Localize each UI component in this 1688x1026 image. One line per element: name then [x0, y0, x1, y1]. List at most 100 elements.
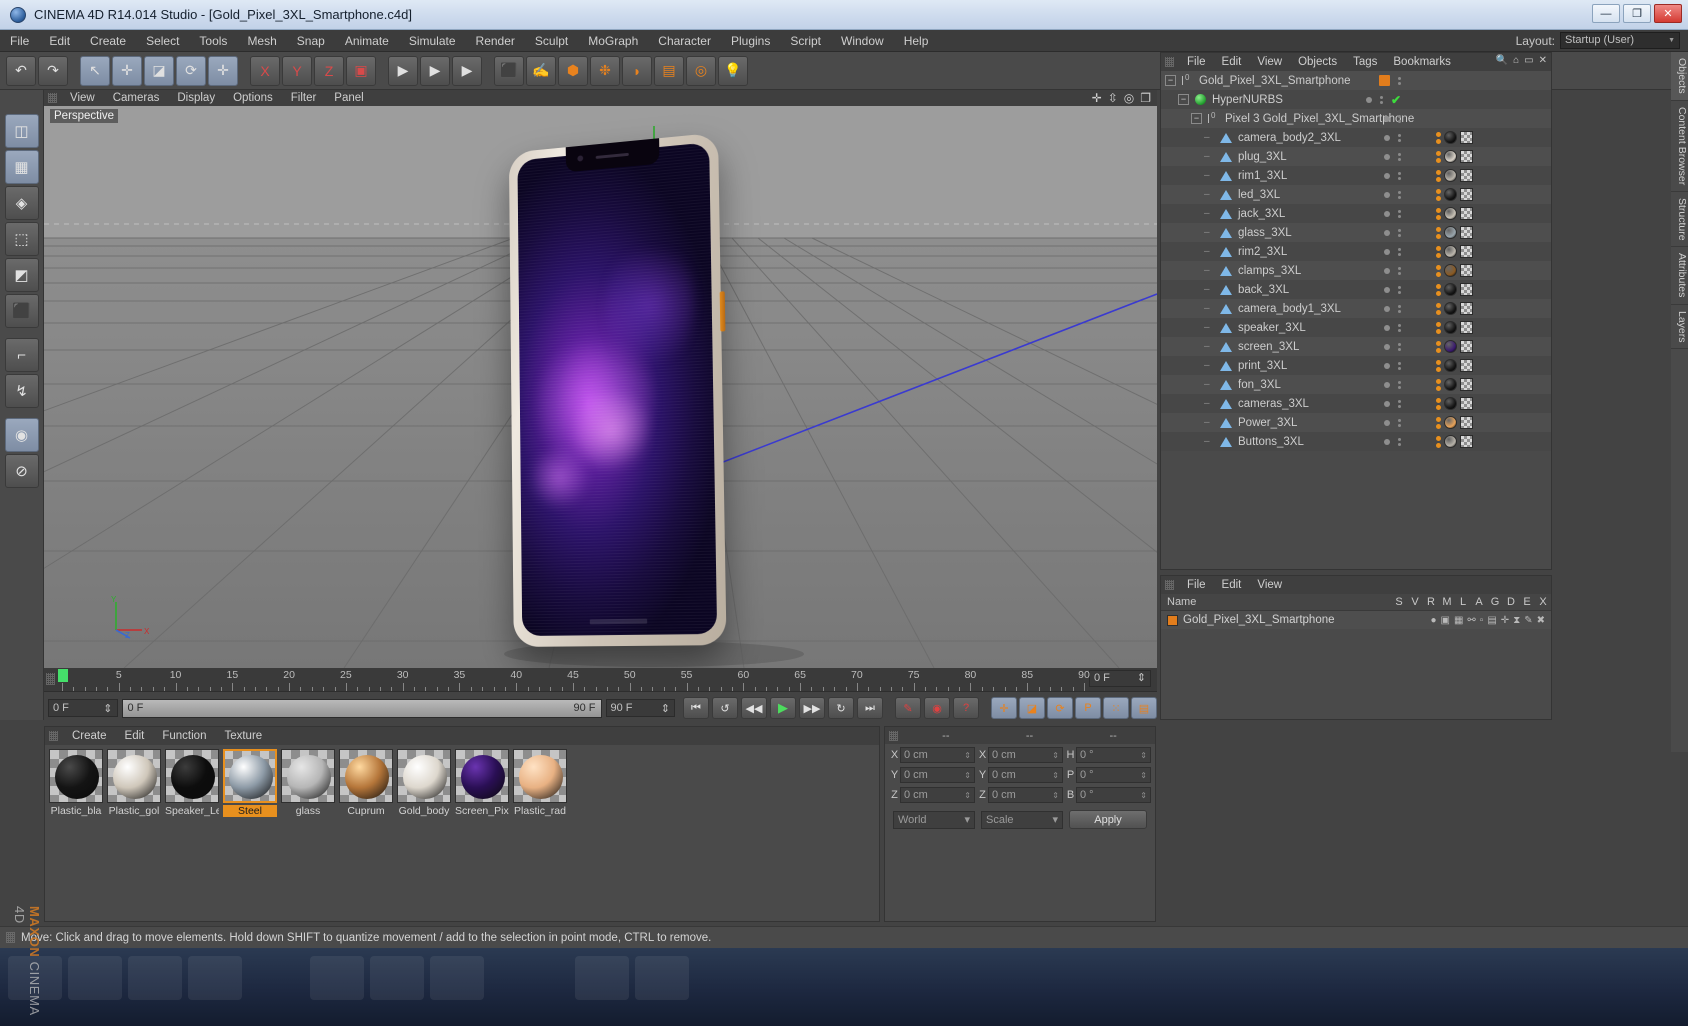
- panel-grip-icon[interactable]: [1165, 57, 1174, 67]
- visibility-toggle-icon[interactable]: [1398, 285, 1401, 294]
- pan-icon[interactable]: ✛: [1092, 91, 1102, 105]
- record-active-objects-button[interactable]: ◉: [924, 697, 950, 719]
- panel-grip-icon[interactable]: [889, 730, 898, 741]
- visibility-toggle-icon[interactable]: [1398, 190, 1401, 199]
- om-menu-bookmarks[interactable]: Bookmarks: [1385, 53, 1459, 71]
- object-visibility-dots[interactable]: [1384, 399, 1401, 408]
- object-tree-row[interactable]: − HyperNURBS ✔: [1161, 90, 1551, 109]
- coordinate-input[interactable]: 0 ° ⇕: [1076, 747, 1151, 763]
- object-tag-group[interactable]: [1436, 283, 1473, 296]
- coordinate-input[interactable]: 0 cm ⇕: [988, 747, 1063, 763]
- coordinate-input[interactable]: 0 cm ⇕: [988, 787, 1063, 803]
- object-tag-group[interactable]: [1436, 302, 1473, 315]
- object-visibility-dots[interactable]: [1384, 285, 1401, 294]
- om-menu-objects[interactable]: Objects: [1290, 53, 1345, 71]
- material-preview[interactable]: [281, 749, 335, 803]
- material-cell[interactable]: Cuprum: [339, 749, 393, 817]
- visibility-toggle-icon[interactable]: [1398, 76, 1401, 85]
- viewport-menu-options[interactable]: Options: [224, 90, 282, 106]
- menu-help[interactable]: Help: [894, 30, 939, 52]
- stepper-icon[interactable]: ⇕: [103, 702, 112, 715]
- attr-menu-edit[interactable]: Edit: [1214, 576, 1250, 594]
- object-visibility-dots[interactable]: [1384, 171, 1401, 180]
- timeline-playhead[interactable]: [58, 669, 68, 682]
- coordinate-input[interactable]: 0 cm ⇕: [988, 767, 1063, 783]
- object-tree-row[interactable]: – back_3XL: [1161, 280, 1551, 299]
- stepper-icon[interactable]: ⇕: [661, 702, 670, 715]
- visibility-dot-icon[interactable]: [1384, 343, 1390, 350]
- visibility-dot-icon[interactable]: [1384, 153, 1390, 160]
- object-tag-group[interactable]: [1436, 131, 1473, 144]
- texture-tag-icon[interactable]: [1460, 207, 1473, 220]
- object-tag-group[interactable]: [1436, 435, 1473, 448]
- attributes-column-l[interactable]: L: [1455, 596, 1471, 608]
- add-cube-button[interactable]: ⬛: [494, 55, 524, 86]
- object-tag-group[interactable]: [1436, 188, 1473, 201]
- mm-menu-function[interactable]: Function: [153, 727, 215, 745]
- coordinate-input[interactable]: 0 cm ⇕: [900, 787, 975, 803]
- object-tag-group[interactable]: [1436, 150, 1473, 163]
- perspective-viewport[interactable]: Perspective Y X Z: [44, 106, 1157, 668]
- visibility-toggle-icon[interactable]: [1398, 228, 1401, 237]
- dock-tab-content-browser[interactable]: Content Browser: [1671, 100, 1688, 192]
- key-mode-button[interactable]: ▤: [1131, 697, 1157, 719]
- material-tag-icon[interactable]: [1444, 169, 1457, 182]
- stepper-icon[interactable]: ⇕: [1137, 671, 1146, 686]
- minimize-button[interactable]: —: [1592, 4, 1620, 23]
- camera-tag-icon[interactable]: ▣: [1441, 615, 1450, 626]
- visibility-toggle-icon[interactable]: [1398, 171, 1401, 180]
- material-cell[interactable]: Speaker_Le: [165, 749, 219, 817]
- maximize-button[interactable]: ❐: [1623, 4, 1651, 23]
- texture-tag-icon[interactable]: [1460, 397, 1473, 410]
- dolly-icon[interactable]: ⇳: [1108, 91, 1118, 105]
- redo-button[interactable]: ↷: [38, 55, 68, 86]
- stepper-icon[interactable]: ⇕: [1052, 751, 1059, 760]
- max-frame-input[interactable]: 90 F ⇕: [605, 699, 675, 717]
- taskbar-item-7[interactable]: [430, 956, 484, 1000]
- texture-tag-icon[interactable]: [1460, 321, 1473, 334]
- visibility-dot-icon[interactable]: [1384, 324, 1390, 331]
- mm-menu-texture[interactable]: Texture: [215, 727, 271, 745]
- object-tag-group[interactable]: [1436, 340, 1473, 353]
- menu-select[interactable]: Select: [136, 30, 189, 52]
- tree-expander-icon[interactable]: −: [1191, 113, 1202, 124]
- move-tool-button[interactable]: ✛: [112, 55, 142, 86]
- mm-menu-create[interactable]: Create: [63, 727, 116, 745]
- material-cell[interactable]: Gold_body: [397, 749, 451, 817]
- timeline-ruler[interactable]: 0 F ⇕ 0510152025303540455055606570758085…: [44, 668, 1157, 692]
- add-scene-button[interactable]: ▤: [654, 55, 684, 86]
- texture-tag-icon[interactable]: [1460, 359, 1473, 372]
- close-icon[interactable]: ✕: [1539, 55, 1547, 66]
- lock-x-axis-button[interactable]: X: [250, 55, 280, 86]
- visibility-dot-icon[interactable]: [1384, 381, 1390, 388]
- panel-grip-icon[interactable]: [1165, 580, 1174, 590]
- layout-select[interactable]: Startup (User) ▼: [1560, 32, 1680, 49]
- object-tree-row[interactable]: – clamps_3XL: [1161, 261, 1551, 280]
- dock-tab-attributes[interactable]: Attributes: [1671, 247, 1688, 305]
- material-preview[interactable]: [107, 749, 161, 803]
- material-tag-icon[interactable]: [1444, 359, 1457, 372]
- material-tag-icon[interactable]: [1444, 321, 1457, 334]
- add-deformer-button[interactable]: ◗: [622, 55, 652, 86]
- object-tag-group[interactable]: [1436, 416, 1473, 429]
- step-back-button[interactable]: ◀◀: [741, 697, 767, 719]
- menu-plugins[interactable]: Plugins: [721, 30, 780, 52]
- texture-tag-icon[interactable]: [1460, 283, 1473, 296]
- menu-render[interactable]: Render: [466, 30, 525, 52]
- collapse-icon[interactable]: ▭: [1524, 55, 1533, 66]
- texture-tag-icon[interactable]: [1460, 245, 1473, 258]
- render-settings-button[interactable]: ▶: [452, 55, 482, 86]
- material-tag-icon[interactable]: [1444, 378, 1457, 391]
- coordinate-input[interactable]: 0 cm ⇕: [900, 747, 975, 763]
- visibility-toggle-icon[interactable]: [1398, 437, 1401, 446]
- object-tag-group[interactable]: [1436, 378, 1473, 391]
- smartphone-3d-model[interactable]: [508, 132, 727, 647]
- box-tag-icon[interactable]: ▫: [1480, 615, 1484, 626]
- texture-tag-icon[interactable]: [1460, 226, 1473, 239]
- menu-window[interactable]: Window: [831, 30, 894, 52]
- attributes-row[interactable]: Gold_Pixel_3XL_Smartphone ● ▣ ▦ ⚯ ▫ ▤ ✛ …: [1161, 611, 1551, 629]
- tree-expander-icon[interactable]: −: [1178, 94, 1189, 105]
- tree-expander-icon[interactable]: −: [1165, 75, 1176, 86]
- viewport-menu-panel[interactable]: Panel: [325, 90, 372, 106]
- object-visibility-dots[interactable]: [1384, 247, 1401, 256]
